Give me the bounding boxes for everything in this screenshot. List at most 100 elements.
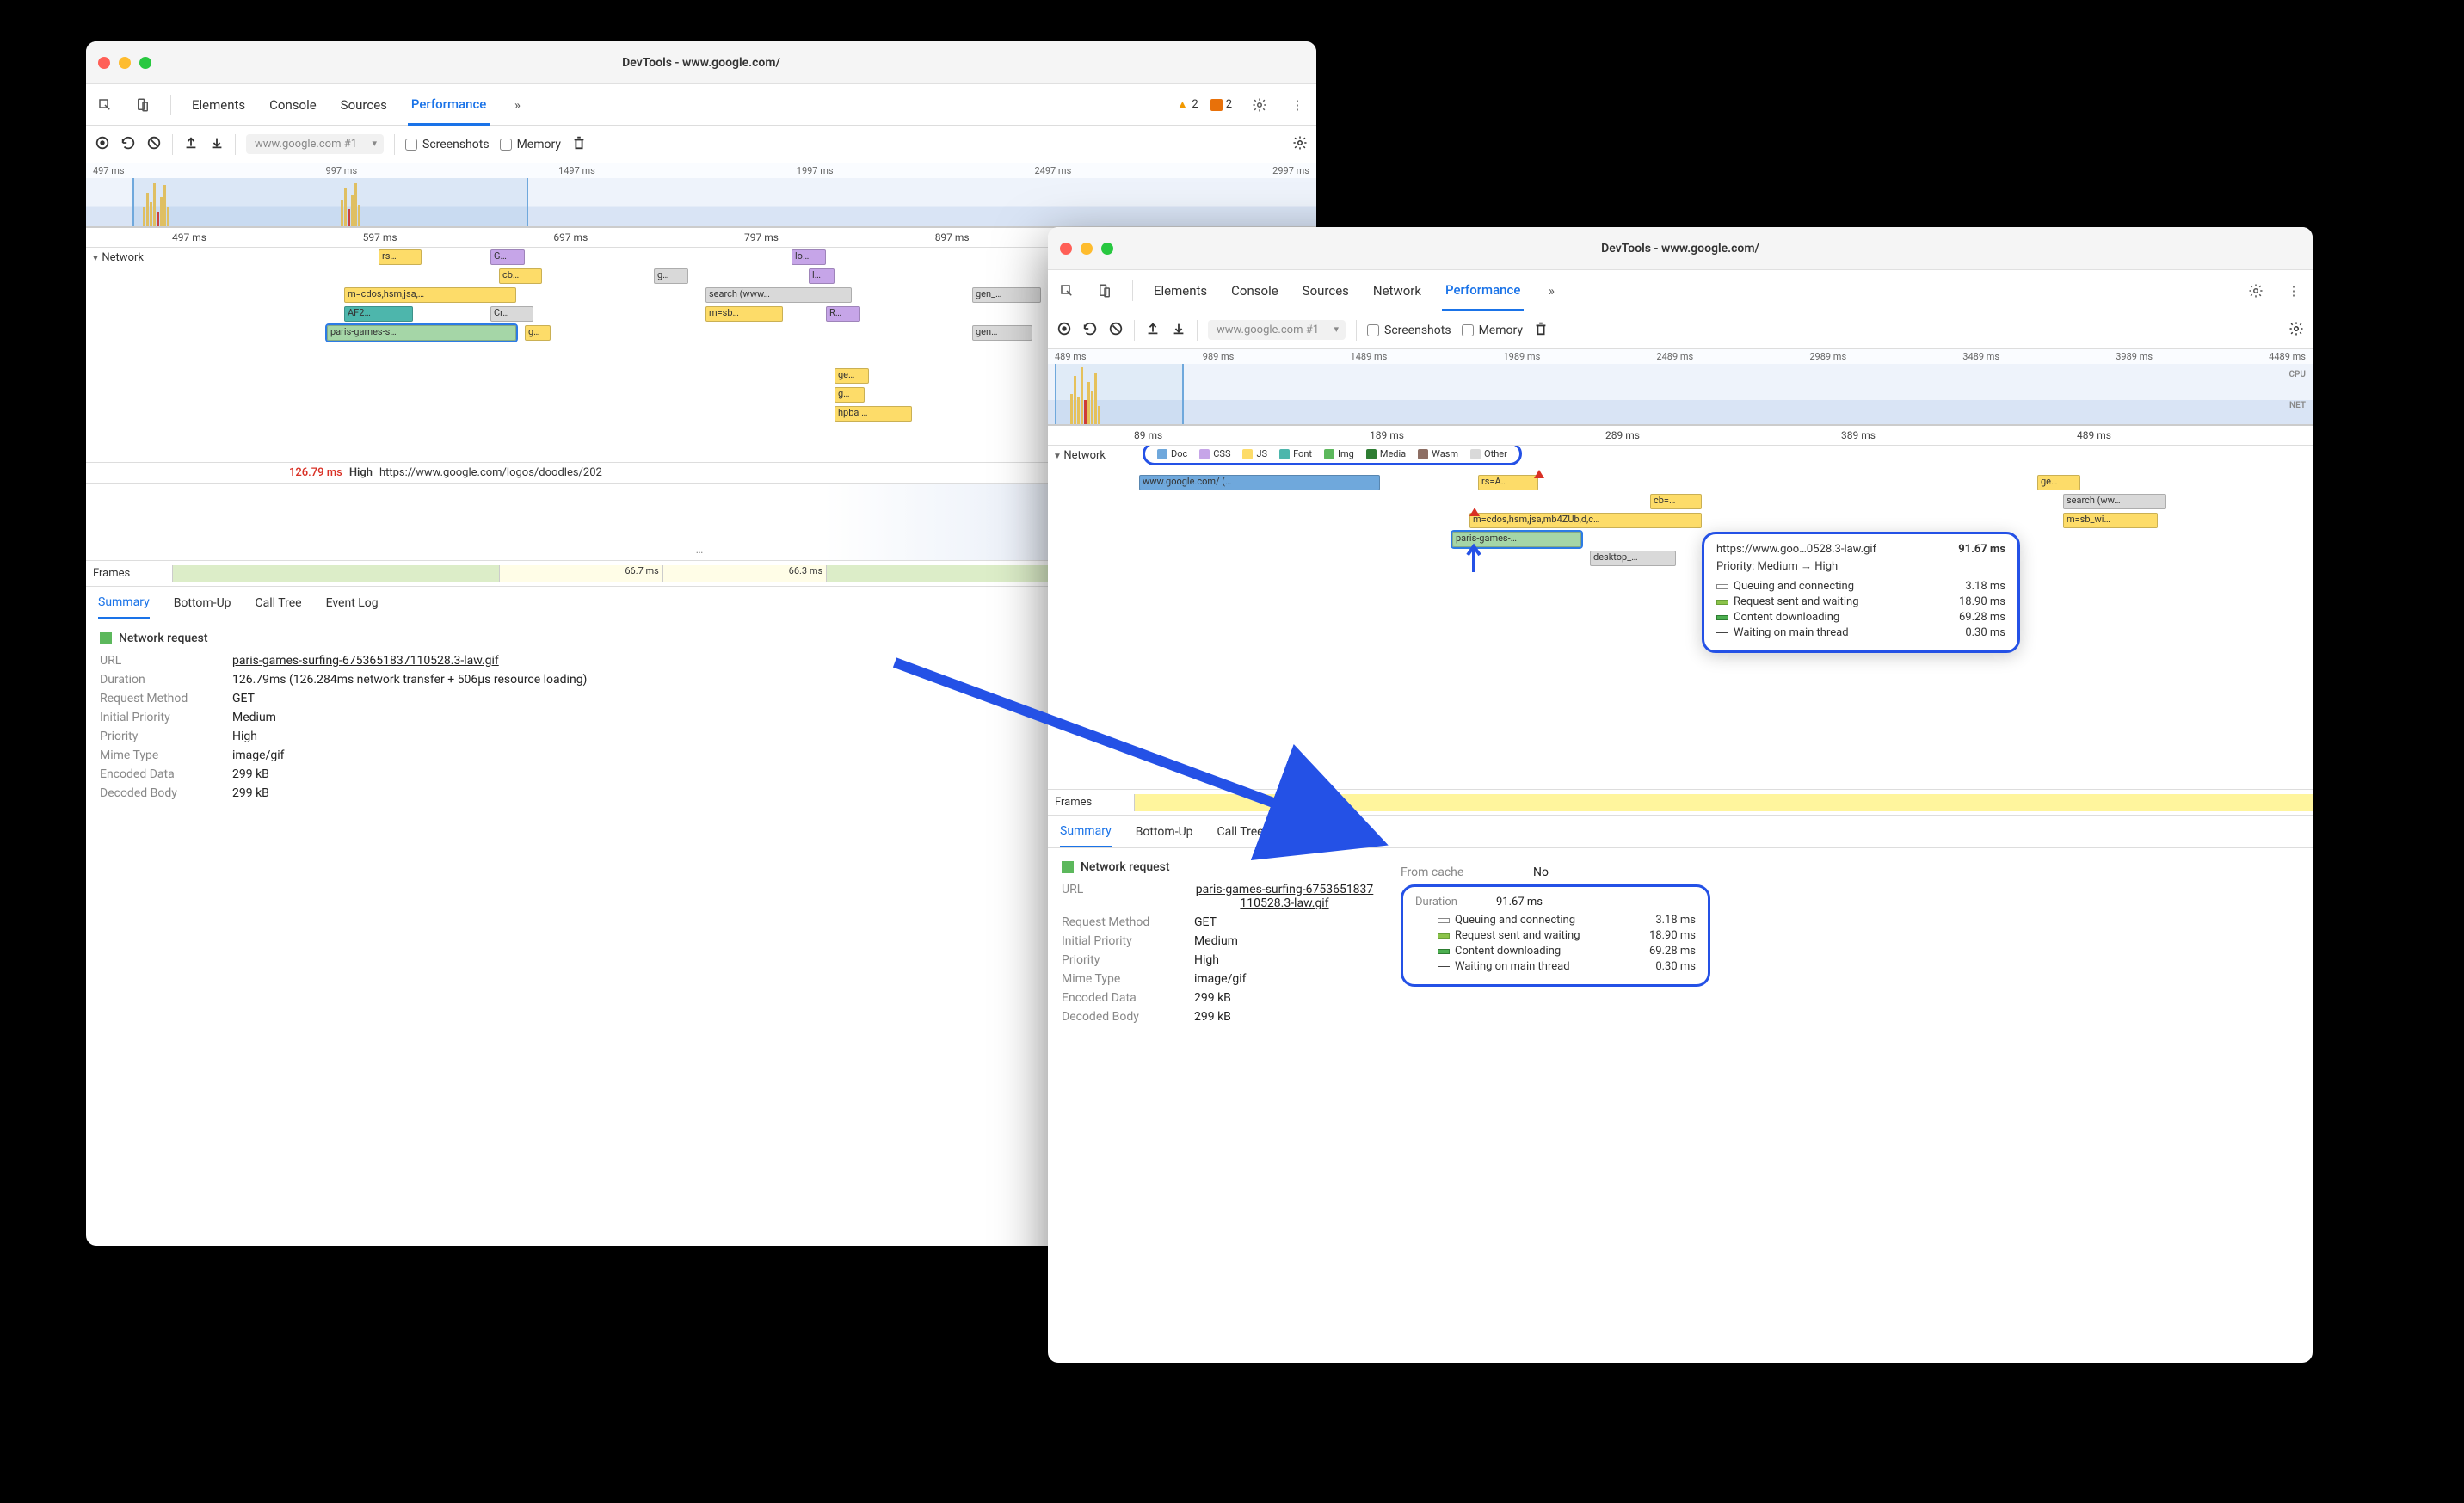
url-link[interactable]: paris-games-surfing-6753651837110528.3-l…: [232, 654, 499, 668]
inspect-icon[interactable]: [1056, 280, 1077, 301]
tab-console[interactable]: Console: [1228, 270, 1282, 311]
tab-console[interactable]: Console: [266, 84, 320, 125]
minimize-icon[interactable]: [119, 57, 131, 69]
titlebar[interactable]: DevTools - www.google.com/: [86, 41, 1316, 84]
subtab-eventlog[interactable]: Event Log: [326, 596, 379, 610]
subtab-eventlog[interactable]: Event Log: [1288, 825, 1340, 839]
network-label[interactable]: Network: [86, 248, 172, 462]
device-icon[interactable]: [1094, 280, 1115, 301]
main-tabs: Elements Console Sources Network Perform…: [1048, 270, 2313, 311]
request-bar[interactable]: search (ww…: [2063, 494, 2166, 509]
request-bar[interactable]: g…: [654, 268, 688, 284]
maximize-icon[interactable]: [139, 57, 151, 69]
gear-icon[interactable]: [2245, 280, 2266, 301]
request-bar[interactable]: lo…: [792, 249, 826, 265]
request-bar[interactable]: G…: [490, 249, 525, 265]
request-bar[interactable]: hpba …: [835, 406, 912, 422]
upload-icon[interactable]: [183, 135, 199, 154]
record-icon[interactable]: [1056, 321, 1072, 340]
download-icon[interactable]: [1171, 321, 1186, 340]
overview-ticks: 489 ms989 ms1489 ms1989 ms2489 ms2989 ms…: [1048, 349, 2313, 364]
memory-checkbox[interactable]: Memory: [500, 138, 561, 151]
request-bar[interactable]: AF2…: [344, 306, 413, 322]
maximize-icon[interactable]: [1101, 243, 1113, 255]
memory-checkbox[interactable]: Memory: [1462, 323, 1523, 337]
record-icon[interactable]: [95, 135, 110, 154]
tab-performance[interactable]: Performance: [408, 85, 490, 126]
request-bar[interactable]: search (www…: [705, 287, 852, 303]
inspect-icon[interactable]: [95, 95, 115, 115]
tooltip-duration: 126.79 ms: [289, 466, 342, 479]
frames-track[interactable]: Frames: [1048, 790, 2313, 816]
subtab-calltree[interactable]: Call Tree: [256, 596, 302, 610]
request-bar[interactable]: gen_…: [972, 287, 1041, 303]
kebab-icon[interactable]: ⋮: [1287, 95, 1308, 115]
download-icon[interactable]: [209, 135, 225, 154]
request-bar[interactable]: desktop_…: [1590, 551, 1676, 566]
request-bar-selected[interactable]: paris-games-s…: [327, 325, 516, 341]
tab-performance[interactable]: Performance: [1442, 271, 1524, 311]
reload-icon[interactable]: [120, 135, 136, 154]
tab-network[interactable]: Network: [1370, 270, 1425, 311]
network-label[interactable]: Network: [1048, 446, 1134, 789]
request-bar[interactable]: rs…: [379, 249, 422, 265]
gc-icon[interactable]: [1533, 321, 1549, 340]
screenshots-checkbox[interactable]: Screenshots: [1367, 323, 1451, 337]
url-link[interactable]: paris-games-surfing-6753651837110528.3-l…: [1194, 883, 1375, 910]
kebab-icon[interactable]: ⋮: [2283, 280, 2304, 301]
request-bar[interactable]: g…: [835, 387, 865, 403]
device-icon[interactable]: [132, 95, 153, 115]
tooltip-url: https://www.google.com/logos/doodles/202: [379, 466, 602, 479]
tab-elements[interactable]: Elements: [188, 84, 249, 125]
upload-icon[interactable]: [1145, 321, 1161, 340]
cpu-net-labels: CPUNET: [2288, 369, 2306, 412]
subtab-bottomup[interactable]: Bottom-Up: [1136, 825, 1193, 839]
request-bar[interactable]: cb=…: [1650, 494, 1702, 509]
request-bar[interactable]: rs=A…: [1478, 475, 1538, 490]
subtab-bottomup[interactable]: Bottom-Up: [174, 596, 231, 610]
minimize-icon[interactable]: [1081, 243, 1093, 255]
flamechart[interactable]: Doc CSS JS Font Img Media Wasm Other www…: [1134, 446, 2313, 789]
subtab-summary[interactable]: Summary: [98, 587, 150, 619]
request-bar[interactable]: m=sb…: [705, 306, 783, 322]
panel-gear-icon[interactable]: [1292, 135, 1308, 154]
tab-elements[interactable]: Elements: [1150, 270, 1210, 311]
request-bar[interactable]: m=cdos,hsm,jsa,…: [344, 287, 516, 303]
gc-icon[interactable]: [571, 135, 587, 154]
request-bar[interactable]: l…: [809, 268, 835, 284]
request-bar[interactable]: www.google.com/ (…: [1139, 475, 1380, 490]
request-bar[interactable]: ge…: [2037, 475, 2080, 490]
recording-select[interactable]: www.google.com #1: [246, 134, 384, 154]
gear-icon[interactable]: [1249, 95, 1270, 115]
recording-select[interactable]: www.google.com #1: [1208, 320, 1346, 340]
popover-priority: Priority: Medium → High: [1716, 559, 2005, 573]
overview-minimap[interactable]: 489 ms989 ms1489 ms1989 ms2489 ms2989 ms…: [1048, 349, 2313, 426]
request-bar[interactable]: m=sb_wi…: [2063, 513, 2158, 528]
request-bar[interactable]: gen…: [972, 325, 1032, 341]
close-icon[interactable]: [1060, 243, 1072, 255]
tooltip-priority: High: [349, 466, 373, 479]
overview-minimap[interactable]: 497 ms997 ms1497 ms1997 ms2497 ms2997 ms: [86, 163, 1316, 228]
request-bar[interactable]: g…: [525, 325, 551, 341]
request-bar[interactable]: m=cdos,hsm,jsa,mb4ZUb,d,c…: [1469, 513, 1702, 528]
clear-icon[interactable]: [1108, 321, 1124, 340]
request-bar[interactable]: ge…: [835, 368, 869, 384]
clear-icon[interactable]: [146, 135, 162, 154]
more-tabs-icon[interactable]: »: [507, 95, 527, 115]
subtab-summary[interactable]: Summary: [1060, 816, 1112, 847]
request-bar[interactable]: cb…: [499, 268, 542, 284]
timeline-ruler[interactable]: 89 ms189 ms289 ms389 ms489 ms: [1048, 426, 2313, 446]
request-bar[interactable]: R…: [826, 306, 860, 322]
titlebar[interactable]: DevTools - www.google.com/: [1048, 227, 2313, 270]
request-bar[interactable]: Cr…: [490, 306, 533, 322]
tab-sources[interactable]: Sources: [1299, 270, 1352, 311]
close-icon[interactable]: [98, 57, 110, 69]
subtab-calltree[interactable]: Call Tree: [1217, 825, 1264, 839]
panel-gear-icon[interactable]: [2288, 321, 2304, 340]
reload-icon[interactable]: [1082, 321, 1098, 340]
warnings-badge[interactable]: ▲2: [1177, 97, 1198, 112]
screenshots-checkbox[interactable]: Screenshots: [405, 138, 490, 151]
tab-sources[interactable]: Sources: [337, 84, 391, 125]
more-tabs-icon[interactable]: »: [1541, 280, 1562, 301]
issues-badge[interactable]: 2: [1210, 98, 1232, 111]
